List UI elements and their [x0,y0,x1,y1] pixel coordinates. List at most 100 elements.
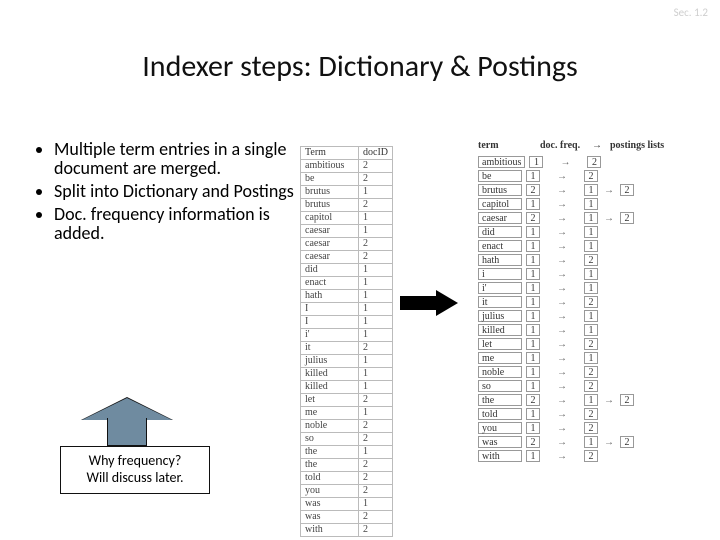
table-row: I1 [301,303,393,316]
dict-term: let [478,338,522,350]
dict-term: killed [478,324,522,336]
bullet-item: Doc. frequency information is added. [54,205,294,243]
table-row: julius1 [301,355,393,368]
bullet-list: Multiple term entries in a single docume… [34,140,294,246]
dict-term: the [478,394,522,406]
cell-term: caesar [301,251,359,264]
dict-row: i'1→1 [478,281,664,295]
table-row: the2 [301,459,393,472]
arrow-right-small-icon: → [544,381,580,392]
cell-docid: 1 [359,498,393,511]
cell-docid: 1 [359,407,393,420]
dict-docfreq: 2 [526,394,540,406]
dict-docfreq: 1 [526,268,540,280]
cell-term: told [301,472,359,485]
posting-box: 2 [584,450,598,462]
dict-term: i [478,268,522,280]
dict-term: so [478,380,522,392]
cell-docid: 2 [359,420,393,433]
table-row: killed1 [301,381,393,394]
arrow-right-small-icon: → [602,213,616,224]
arrow-right-small-icon: → [602,185,616,196]
dict-term: me [478,352,522,364]
dict-row: told1→2 [478,407,664,421]
cell-docid: 2 [359,199,393,212]
dictionary-postings: term doc. freq. → postings lists ambitio… [478,140,664,463]
dict-term: hath [478,254,522,266]
dict-row: noble1→2 [478,365,664,379]
table-row: be2 [301,173,393,186]
arrow-right-small-icon: → [544,353,580,364]
dict-row: killed1→1 [478,323,664,337]
posting-box: 1 [584,310,598,322]
arrow-right-small-icon: → [544,339,580,350]
dict-row: enact1→1 [478,239,664,253]
table-row: capitol1 [301,212,393,225]
dict-docfreq: 1 [526,296,540,308]
table-row: me1 [301,407,393,420]
cell-docid: 2 [359,173,393,186]
cell-docid: 1 [359,381,393,394]
section-tag: Sec. 1.2 [674,6,708,19]
table-row: told2 [301,472,393,485]
arrow-right-small-icon: → [544,451,580,462]
table-row: was2 [301,511,393,524]
cell-docid: 1 [359,446,393,459]
cell-term: I [301,316,359,329]
table-row: you2 [301,485,393,498]
cell-term: ambitious [301,160,359,173]
dict-row: be1→2 [478,169,664,183]
dict-row: it1→2 [478,295,664,309]
dict-docfreq: 1 [526,324,540,336]
arrow-right-small-icon: → [544,395,580,406]
dict-docfreq: 1 [526,310,540,322]
posting-box: 2 [584,170,598,182]
table-row: enact1 [301,277,393,290]
callout-line2: Will discuss later. [87,469,184,486]
cell-docid: 1 [359,186,393,199]
dict-docfreq: 1 [529,156,543,168]
posting-box: 2 [587,156,601,168]
dict-docfreq: 1 [526,366,540,378]
cell-term: julius [301,355,359,368]
cell-term: you [301,485,359,498]
slide-title: Indexer steps: Dictionary & Postings [0,48,720,85]
bullet-item: Split into Dictionary and Postings [54,182,294,201]
arrow-right-small-icon: → [544,297,580,308]
table-row: so2 [301,433,393,446]
posting-box: 1 [584,352,598,364]
cell-term: killed [301,381,359,394]
dict-row: me1→1 [478,351,664,365]
cell-term: noble [301,420,359,433]
dict-docfreq: 1 [526,198,540,210]
table-header-term: Term [301,147,359,160]
dict-term: was [478,436,522,448]
table-row: ambitious2 [301,160,393,173]
dict-row: so1→2 [478,379,664,393]
posting-box: 1 [584,268,598,280]
cell-term: brutus [301,199,359,212]
posting-box: 1 [584,240,598,252]
posting-box: 2 [584,296,598,308]
table-row: caesar2 [301,238,393,251]
cell-term: it [301,342,359,355]
dict-docfreq: 1 [526,422,540,434]
dict-row: was2→1→2 [478,435,664,449]
table-row: brutus2 [301,199,393,212]
posting-box: 1 [584,282,598,294]
dict-docfreq: 1 [526,170,540,182]
cell-docid: 1 [359,355,393,368]
dict-row: the2→1→2 [478,393,664,407]
dict-term: caesar [478,212,522,224]
table-row: hath1 [301,290,393,303]
table-row: noble2 [301,420,393,433]
table-header-docid: docID [359,147,393,160]
cell-docid: 1 [359,277,393,290]
term-docid-table: Term docID ambitious2be2brutus1brutus2ca… [300,146,393,537]
cell-term: hath [301,290,359,303]
dict-docfreq: 2 [526,436,540,448]
table-row: with2 [301,524,393,537]
cell-docid: 2 [359,511,393,524]
posting-box: 1 [584,184,598,196]
arrow-right-icon [400,290,458,316]
